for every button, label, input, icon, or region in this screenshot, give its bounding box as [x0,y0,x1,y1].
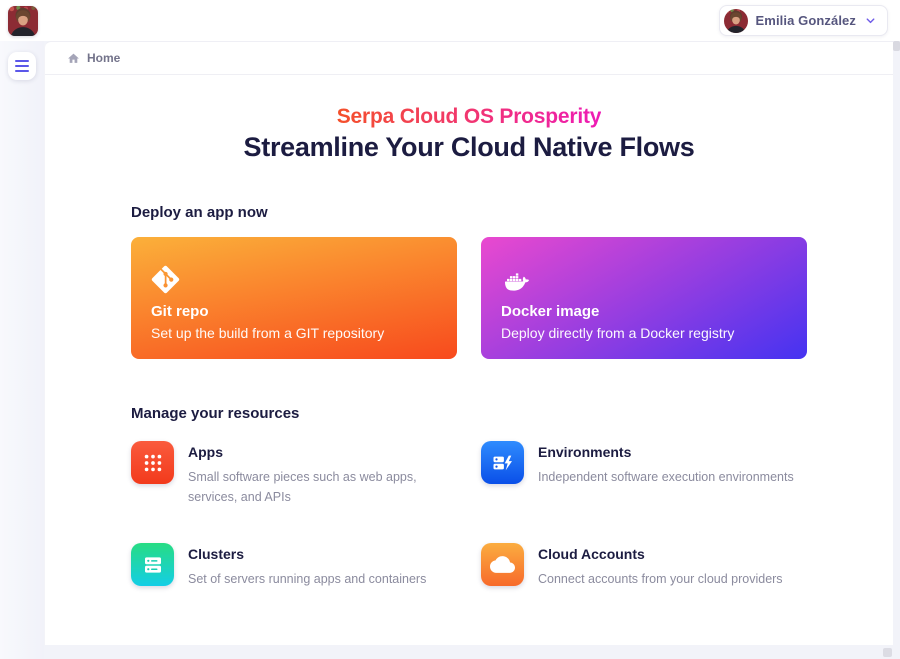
resources-section-heading: Manage your resources [131,405,807,422]
resource-item-cloud-accounts[interactable]: Cloud Accounts Connect accounts from you… [481,543,807,589]
resource-text: Cloud Accounts Connect accounts from you… [538,543,783,589]
user-avatar [724,9,748,33]
hero-eyebrow: Serpa Cloud OS Prosperity [337,105,602,129]
resource-description: Connect accounts from your cloud provide… [538,569,783,589]
resource-title: Cloud Accounts [538,546,783,562]
docker-card-title: Docker image [501,303,787,320]
docker-icon [501,264,787,294]
environments-icon [481,441,524,484]
breadcrumb-label: Home [87,51,120,65]
resource-item-clusters[interactable]: Clusters Set of servers running apps and… [131,543,481,589]
hero: Serpa Cloud OS Prosperity Streamline You… [131,105,807,163]
resource-text: Apps Small software pieces such as web a… [188,441,460,507]
chevron-down-icon [864,14,877,27]
breadcrumb: Home [45,42,893,75]
deploy-section-heading: Deploy an app now [131,204,807,221]
scrollbar-corner [883,648,892,657]
resources-grid: Apps Small software pieces such as web a… [131,441,807,589]
hamburger-menu-button[interactable] [8,52,36,80]
resource-description: Small software pieces such as web apps, … [188,467,460,507]
user-name: Emilia González [756,13,856,28]
resource-description: Set of servers running apps and containe… [188,569,426,589]
apps-grid-icon [131,441,174,484]
resource-text: Environments Independent software execut… [538,441,794,507]
cloud-accounts-icon [481,543,524,586]
main-content: Home Serpa Cloud OS Prosperity Streamlin… [44,41,893,645]
left-rail [0,41,44,659]
resource-title: Clusters [188,546,426,562]
page-body: Serpa Cloud OS Prosperity Streamline You… [45,105,893,589]
git-icon [151,264,437,294]
home-icon [67,52,80,65]
workspace-logo[interactable] [8,6,38,36]
resource-text: Clusters Set of servers running apps and… [188,543,426,589]
breadcrumb-home[interactable]: Home [67,51,120,65]
workspace-avatar-image [8,6,38,36]
resource-item-environments[interactable]: Environments Independent software execut… [481,441,807,507]
page-title: Streamline Your Cloud Native Flows [131,132,807,163]
clusters-icon [131,543,174,586]
user-menu[interactable]: Emilia González [719,5,888,36]
git-card-title: Git repo [151,303,437,320]
resource-description: Independent software execution environme… [538,467,794,487]
docker-card-description: Deploy directly from a Docker registry [501,325,787,341]
git-card-description: Set up the build from a GIT repository [151,325,437,341]
docker-image-card[interactable]: Docker image Deploy directly from a Dock… [481,237,807,359]
git-repo-card[interactable]: Git repo Set up the build from a GIT rep… [131,237,457,359]
hamburger-icon [15,60,29,62]
vertical-scrollbar-thumb[interactable] [893,41,900,51]
resource-item-apps[interactable]: Apps Small software pieces such as web a… [131,441,481,507]
resource-title: Apps [188,444,460,460]
deploy-cards: Git repo Set up the build from a GIT rep… [131,237,807,359]
top-bar: Emilia González [0,0,900,41]
resource-title: Environments [538,444,794,460]
